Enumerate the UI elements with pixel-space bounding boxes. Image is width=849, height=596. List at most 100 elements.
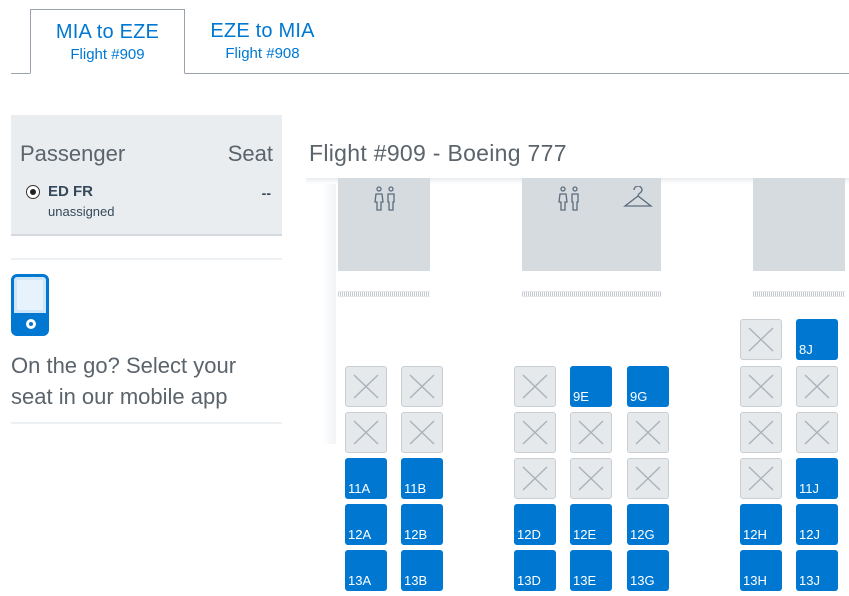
lavatory-center bbox=[522, 178, 661, 271]
flight-tabs: MIA to EZE Flight #909 EZE to MIA Flight… bbox=[11, 0, 849, 74]
lavatory-right bbox=[753, 178, 845, 271]
seat-13D[interactable]: 13D bbox=[514, 550, 556, 591]
seat-9H bbox=[740, 366, 782, 407]
seat-label: 13E bbox=[573, 573, 597, 588]
seat-9J bbox=[796, 366, 838, 407]
seat-label: 12H bbox=[743, 527, 767, 542]
seat-label: 8J bbox=[799, 342, 813, 357]
seat-label: 12G bbox=[630, 527, 655, 542]
seat-label: 12D bbox=[517, 527, 541, 542]
exit-strip bbox=[338, 291, 430, 297]
unavailable-x-icon bbox=[635, 466, 661, 491]
passenger-radio[interactable] bbox=[26, 185, 40, 199]
unavailable-x-icon bbox=[635, 420, 661, 445]
tab-eze-to-mia[interactable]: EZE to MIA Flight #908 bbox=[185, 9, 340, 74]
passenger-header: Passenger bbox=[20, 141, 126, 166]
seat-11B[interactable]: 11B bbox=[401, 458, 443, 499]
unavailable-x-icon bbox=[409, 420, 435, 445]
passenger-seat-status: unassigned bbox=[48, 204, 115, 219]
unavailable-x-icon bbox=[804, 420, 830, 445]
passenger-panel: Passenger Seat ED FR unassigned -- bbox=[11, 115, 282, 236]
seat-11J[interactable]: 11J bbox=[796, 458, 838, 499]
seat-13A[interactable]: 13A bbox=[345, 550, 387, 591]
seat-12G[interactable]: 12G bbox=[627, 504, 669, 545]
tab-mia-to-eze[interactable]: MIA to EZE Flight #909 bbox=[30, 9, 185, 74]
seat-label: 13B bbox=[404, 573, 428, 588]
cabin-wall bbox=[322, 184, 336, 444]
unavailable-x-icon bbox=[748, 420, 774, 445]
unavailable-x-icon bbox=[804, 374, 830, 399]
seat-8J[interactable]: 8J bbox=[796, 319, 838, 360]
unavailable-x-icon bbox=[353, 420, 379, 445]
unavailable-x-icon bbox=[522, 420, 548, 445]
lavatory-left bbox=[338, 178, 430, 271]
seat-10E bbox=[570, 412, 612, 453]
promo-text: On the go? Select your seat in our mobil… bbox=[11, 353, 237, 409]
seat-label: 11J bbox=[799, 481, 819, 496]
seatmap-title: Flight #909 - Boeing 777 bbox=[309, 140, 567, 166]
seat-label: 11A bbox=[348, 481, 371, 496]
unavailable-x-icon bbox=[578, 420, 604, 445]
seat-label: 9E bbox=[573, 389, 589, 404]
seat-12E[interactable]: 12E bbox=[570, 504, 612, 545]
passenger-seat-value: -- bbox=[261, 185, 271, 201]
tab-route: EZE to MIA bbox=[210, 20, 315, 42]
unavailable-x-icon bbox=[522, 374, 548, 399]
tab-flight-number: Flight #909 bbox=[70, 46, 145, 63]
seat-13J[interactable]: 13J bbox=[796, 550, 838, 591]
seat-10H bbox=[740, 412, 782, 453]
seat-10B bbox=[401, 412, 443, 453]
seat-label: 12B bbox=[404, 527, 428, 542]
unavailable-x-icon bbox=[578, 466, 604, 491]
seat-header: Seat bbox=[227, 141, 273, 166]
seat-11G bbox=[627, 458, 669, 499]
seat-12B[interactable]: 12B bbox=[401, 504, 443, 545]
passenger-name[interactable]: ED FR bbox=[48, 183, 93, 200]
seat-12D[interactable]: 12D bbox=[514, 504, 556, 545]
unavailable-x-icon bbox=[748, 466, 774, 491]
seat-11H bbox=[740, 458, 782, 499]
mobile-app-promo: On the go? Select your seat in our mobil… bbox=[11, 258, 282, 424]
unavailable-x-icon bbox=[353, 374, 379, 399]
mobile-phone-icon bbox=[11, 274, 49, 336]
seat-label: 11B bbox=[404, 481, 427, 496]
seat-12J[interactable]: 12J bbox=[796, 504, 838, 545]
tab-flight-number: Flight #908 bbox=[225, 45, 300, 62]
seat-label: 13J bbox=[799, 573, 820, 588]
seat-10D bbox=[514, 412, 556, 453]
seat-11E bbox=[570, 458, 612, 499]
seat-12A[interactable]: 12A bbox=[345, 504, 387, 545]
unavailable-x-icon bbox=[748, 374, 774, 399]
seat-9G[interactable]: 9G bbox=[627, 366, 669, 407]
seat-9E[interactable]: 9E bbox=[570, 366, 612, 407]
seat-13B[interactable]: 13B bbox=[401, 550, 443, 591]
unavailable-x-icon bbox=[748, 327, 774, 352]
seat-label: 13G bbox=[630, 573, 655, 588]
seat-label: 13A bbox=[348, 573, 372, 588]
seat-13H[interactable]: 13H bbox=[740, 550, 782, 591]
seat-10J bbox=[796, 412, 838, 453]
seat-label: 9G bbox=[630, 389, 648, 404]
seat-9A bbox=[345, 366, 387, 407]
exit-strip bbox=[753, 291, 845, 297]
seat-label: 13H bbox=[743, 573, 767, 588]
seat-label: 13D bbox=[517, 573, 541, 588]
unavailable-x-icon bbox=[409, 374, 435, 399]
seat-11D bbox=[514, 458, 556, 499]
seat-11A[interactable]: 11A bbox=[345, 458, 387, 499]
seat-label: 12A bbox=[348, 527, 372, 542]
seat-label: 12J bbox=[799, 527, 820, 542]
seat-9D bbox=[514, 366, 556, 407]
seat-8H bbox=[740, 319, 782, 360]
seat-label: 12E bbox=[573, 527, 597, 542]
restroom-icon bbox=[558, 186, 579, 211]
seat-12H[interactable]: 12H bbox=[740, 504, 782, 545]
seat-10A bbox=[345, 412, 387, 453]
unavailable-x-icon bbox=[522, 466, 548, 491]
restroom-icon bbox=[374, 186, 395, 211]
coat-hanger-icon bbox=[623, 186, 653, 207]
tab-route: MIA to EZE bbox=[55, 21, 160, 43]
seat-13G[interactable]: 13G bbox=[627, 550, 669, 591]
seat-10G bbox=[627, 412, 669, 453]
seat-13E[interactable]: 13E bbox=[570, 550, 612, 591]
